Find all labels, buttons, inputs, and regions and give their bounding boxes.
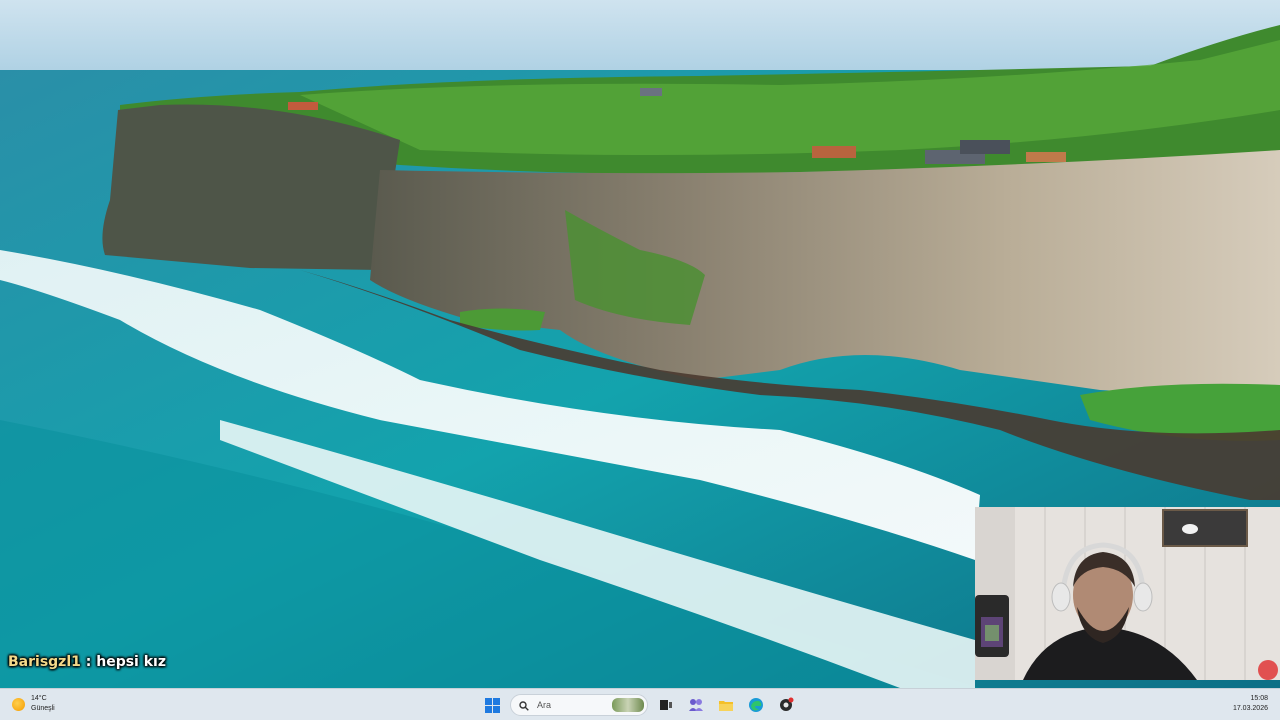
windows-start-icon[interactable] [480,693,504,717]
search-placeholder: Ara [537,700,552,710]
file-explorer-icon[interactable] [714,693,738,717]
clock-date: 17.03.2026 [1232,705,1268,712]
search-highlight-thumbnail [612,698,644,712]
weather-condition: Güneşli [31,705,55,712]
edge-icon[interactable] [744,693,768,717]
app-icon[interactable] [774,693,798,717]
chat-message: Barisgzl1 : hepsi kız [8,654,166,670]
weather-text: 14°C Güneşli [31,694,55,714]
taskbar-center: Ara [480,693,798,717]
weather-temperature: 14°C [31,695,47,702]
teams-icon[interactable] [684,693,708,717]
webcam-image [975,507,1280,680]
left-cliff-face [102,104,400,270]
stream-window: Barisgzl1 : hepsi kız 14°C Güneşli Ara 1… [0,0,1280,720]
webcam-feed [975,507,1280,680]
taskbar-search-box[interactable]: Ara [510,694,648,716]
chat-username: Barisgzl1 [8,654,81,670]
clock-time: 15:08 [1250,695,1268,702]
sun-icon [12,697,25,711]
search-icon [519,696,529,715]
task-view-icon[interactable] [654,693,678,717]
weather-widget[interactable]: 14°C Güneşli [12,694,55,714]
system-clock[interactable]: 15:08 17.03.2026 [1233,694,1268,714]
chat-text: hepsi kız [96,654,166,670]
chat-separator: : [80,654,97,670]
taskbar: 14°C Güneşli Ara 15:08 17.03.2026 [0,688,1280,720]
